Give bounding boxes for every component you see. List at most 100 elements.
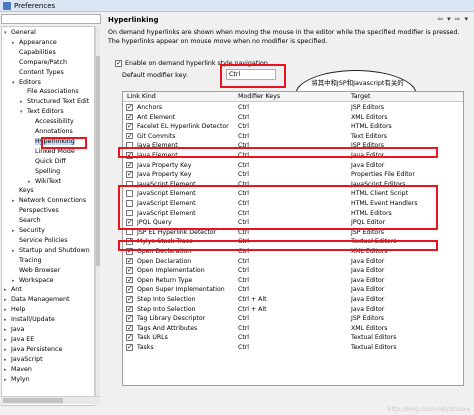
- row-checkbox[interactable]: [126, 161, 133, 169]
- tree-item[interactable]: ▸ Workspace: [12, 277, 53, 285]
- table-row[interactable]: Step Into Selection Ctrl + Alt Java Editor: [123, 305, 463, 314]
- tree-item[interactable]: Compare/Patch: [12, 59, 67, 67]
- twisty-icon[interactable]: ▸: [4, 286, 11, 294]
- twisty-icon[interactable]: ▸: [12, 39, 19, 47]
- tree-item[interactable]: Perspectives: [12, 207, 59, 215]
- twisty-icon[interactable]: ▾: [20, 108, 27, 116]
- twisty-icon[interactable]: ▸: [4, 346, 11, 354]
- table-row[interactable]: Ant Element Ctrl XML Editors: [123, 113, 463, 122]
- forward-icon[interactable]: ⇨: [455, 15, 461, 23]
- tree-item[interactable]: Search: [12, 217, 41, 225]
- tree-item[interactable]: File Associations: [20, 88, 79, 96]
- row-checkbox[interactable]: [126, 103, 133, 112]
- table-row[interactable]: Open Implementation Ctrl Java Editor: [123, 266, 463, 275]
- tree-item[interactable]: ▸ Network Connections: [12, 197, 86, 205]
- table-row[interactable]: Anchors Ctrl JSP Editors: [123, 103, 463, 112]
- twisty-icon[interactable]: ▸: [4, 306, 11, 314]
- back-icon[interactable]: ⇦: [437, 15, 443, 23]
- table-row[interactable]: Open Super Implementation Ctrl Java Editor: [123, 285, 463, 294]
- row-checkbox[interactable]: [126, 314, 133, 323]
- tree-item[interactable]: ▾ Text Editors: [20, 108, 64, 116]
- twisty-icon[interactable]: ▸: [4, 296, 11, 304]
- filter-input[interactable]: [1, 14, 101, 24]
- tree-item[interactable]: Capabilities: [12, 49, 56, 57]
- row-checkbox[interactable]: [126, 333, 133, 342]
- tree-item[interactable]: Accessibility: [28, 118, 74, 126]
- tree-item[interactable]: Annotations: [28, 128, 73, 136]
- table-row[interactable]: Facelet EL Hyperlink Detector Ctrl HTML Ed…: [123, 122, 463, 131]
- scroll-thumb[interactable]: [3, 398, 63, 403]
- tree-item[interactable]: ▸ JavaScript: [4, 356, 43, 364]
- tree-item[interactable]: ▸ Java: [4, 326, 24, 334]
- tree-item[interactable]: Tracing: [12, 257, 42, 265]
- tree-horizontal-scrollbar[interactable]: [1, 396, 100, 404]
- table-row[interactable]: Tag Library Descriptor Ctrl JSP Editors: [123, 314, 463, 323]
- column-header-link-kind[interactable]: Link Kind: [127, 92, 156, 102]
- preferences-tree[interactable]: ▾ General ▸ Appearance Capabilities Compare/P…: [1, 26, 95, 406]
- twisty-icon[interactable]: ▸: [4, 326, 11, 334]
- table-row[interactable]: Java Property Key Ctrl Properties File Edi…: [123, 170, 463, 179]
- tree-item[interactable]: ▸ Maven: [4, 366, 32, 374]
- table-row[interactable]: Git Commits Ctrl Text Editors: [123, 132, 463, 141]
- tree-item[interactable]: ▾ General: [4, 29, 36, 37]
- table-row[interactable]: Tags And Attributes Ctrl XML Editors: [123, 324, 463, 333]
- twisty-icon[interactable]: ▸: [4, 366, 11, 374]
- table-row[interactable]: Tasks Ctrl Textual Editors: [123, 343, 463, 352]
- row-checkbox[interactable]: [126, 285, 133, 294]
- tree-item[interactable]: Quick Diff: [28, 158, 66, 166]
- tree-item[interactable]: ▸ WikiText: [28, 178, 61, 186]
- row-checkbox[interactable]: [126, 266, 133, 275]
- tree-item[interactable]: Web Browser: [12, 267, 60, 275]
- tree-item[interactable]: Keys: [12, 187, 34, 195]
- column-header-target[interactable]: Target: [351, 92, 370, 102]
- twisty-icon[interactable]: ▸: [4, 336, 11, 344]
- twisty-icon[interactable]: ▸: [12, 247, 19, 255]
- twisty-icon[interactable]: ▸: [12, 277, 19, 285]
- row-checkbox[interactable]: [126, 343, 133, 352]
- twisty-icon[interactable]: ▸: [12, 197, 19, 205]
- tree-item[interactable]: ▸ Ant: [4, 286, 22, 294]
- table-row[interactable]: Java Property Key Ctrl Java Editor: [123, 161, 463, 170]
- twisty-icon[interactable]: ▸: [12, 227, 19, 235]
- tree-item[interactable]: ▸ Java Persistence: [4, 346, 62, 354]
- twisty-icon[interactable]: ▸: [28, 178, 35, 186]
- tree-item[interactable]: ▸ Appearance: [12, 39, 57, 47]
- tree-item[interactable]: ▸ Data Management: [4, 296, 70, 304]
- hyperlink-detectors-table[interactable]: Link Kind Modifier Keys Target Anchors Ct…: [122, 91, 464, 386]
- tree-item[interactable]: ▾ Editors: [12, 79, 41, 87]
- tree-item[interactable]: Content Types: [12, 69, 64, 77]
- table-row[interactable]: Task URLs Ctrl Textual Editors: [123, 333, 463, 342]
- twisty-icon[interactable]: ▸: [4, 356, 11, 364]
- row-checkbox[interactable]: [126, 132, 133, 140]
- row-checkbox[interactable]: [126, 305, 133, 313]
- tree-vertical-scrollbar[interactable]: [95, 26, 100, 396]
- tree-item[interactable]: Service Policies: [12, 237, 68, 245]
- tree-item[interactable]: ▸ Java EE: [4, 336, 34, 344]
- tree-item[interactable]: ▸ Security: [12, 227, 45, 235]
- chevron-down-icon[interactable]: ▾: [447, 15, 451, 23]
- table-row[interactable]: Open Declaration Ctrl Java Editor: [123, 257, 463, 266]
- row-checkbox[interactable]: [126, 113, 133, 121]
- row-checkbox[interactable]: [126, 170, 133, 179]
- column-header-modifier-keys[interactable]: Modifier Keys: [238, 92, 280, 102]
- tree-item[interactable]: ▸ Startup and Shutdown: [12, 247, 90, 255]
- chevron-down-icon[interactable]: ▾: [464, 15, 468, 23]
- table-row[interactable]: Step Into Selection Ctrl + Alt Java Editor: [123, 295, 463, 304]
- row-checkbox[interactable]: [126, 257, 133, 265]
- row-checkbox[interactable]: [126, 324, 133, 332]
- row-checkbox[interactable]: [126, 276, 133, 284]
- row-checkbox[interactable]: [126, 122, 133, 131]
- tree-item[interactable]: ▸ Install/Update: [4, 316, 55, 324]
- tree-item[interactable]: ▸ Mylyn: [4, 376, 30, 384]
- twisty-icon[interactable]: ▸: [4, 376, 11, 384]
- tree-item[interactable]: ▸ Structured Text Edit: [20, 98, 89, 106]
- twisty-icon[interactable]: ▸: [20, 98, 27, 106]
- checkbox[interactable]: [115, 59, 122, 67]
- tree-item[interactable]: Spelling: [28, 168, 60, 176]
- scroll-thumb[interactable]: [96, 56, 100, 266]
- table-row[interactable]: Open Return Type Ctrl Java Editor: [123, 276, 463, 285]
- twisty-icon[interactable]: ▾: [4, 29, 11, 37]
- twisty-icon[interactable]: ▾: [12, 79, 19, 87]
- tree-item[interactable]: ▸ Help: [4, 306, 25, 314]
- row-checkbox[interactable]: [126, 295, 133, 304]
